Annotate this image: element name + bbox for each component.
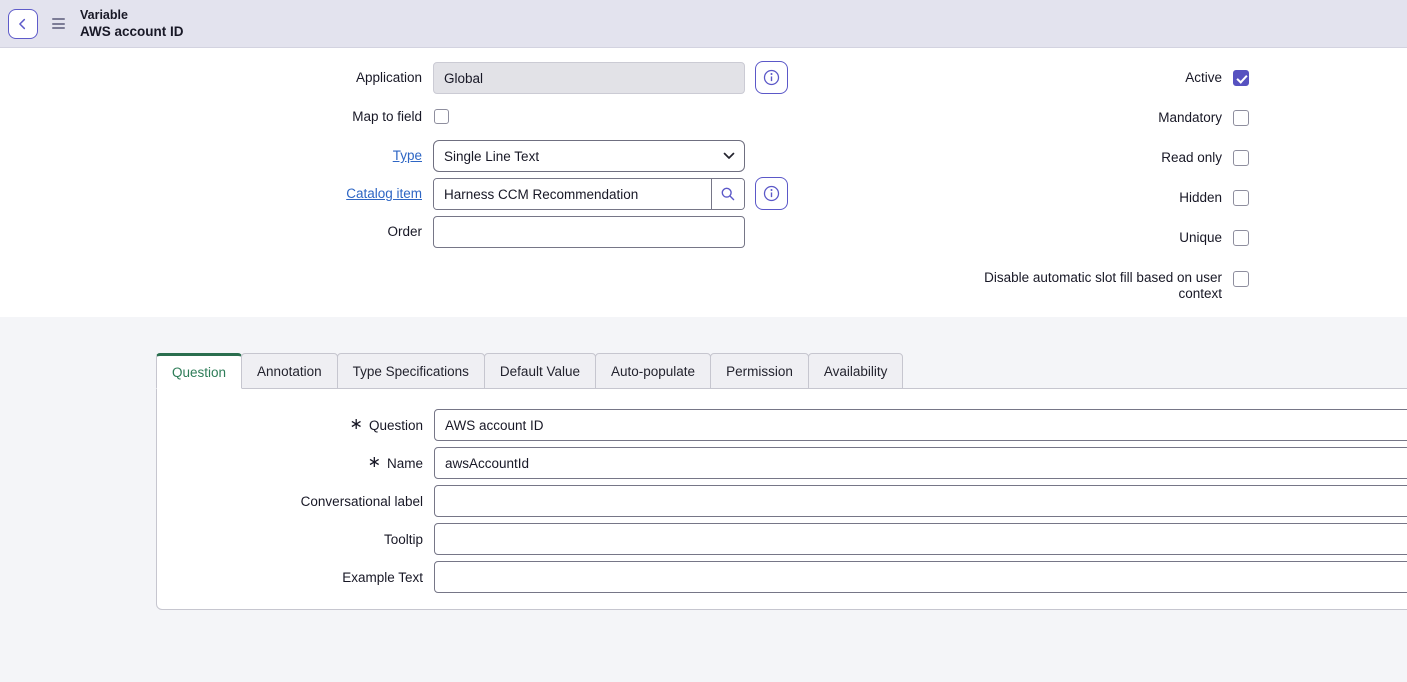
tab-annotation[interactable]: Annotation <box>241 353 338 389</box>
back-button[interactable] <box>8 9 38 39</box>
hidden-checkbox[interactable] <box>1233 190 1249 206</box>
active-checkbox[interactable] <box>1233 70 1249 86</box>
order-label: Order <box>0 216 422 248</box>
info-icon <box>763 185 780 202</box>
record-name-label: AWS account ID <box>80 25 184 39</box>
name-label-group: ∗ Name <box>157 455 423 471</box>
tooltip-row: Tooltip <box>157 523 1407 555</box>
type-select-wrap: Single Line Text <box>433 140 745 172</box>
variable-form-screen: Variable AWS account ID Application Map … <box>0 0 1407 682</box>
mandatory-checkbox[interactable] <box>1233 110 1249 126</box>
catalog-item-info-button[interactable] <box>755 177 788 210</box>
example-text-row: Example Text <box>157 561 1407 593</box>
name-label: Name <box>387 456 423 471</box>
tab-default-value[interactable]: Default Value <box>484 353 596 389</box>
conversational-label-field[interactable] <box>434 485 1407 517</box>
required-icon: ∗ <box>368 455 381 471</box>
conversational-label-group: Conversational label <box>157 494 423 509</box>
read-only-checkbox[interactable] <box>1233 150 1249 166</box>
tooltip-label: Tooltip <box>384 532 423 547</box>
type-link-label[interactable]: Type <box>0 140 422 172</box>
question-row: ∗ Question <box>157 409 1407 441</box>
tooltip-field[interactable] <box>434 523 1407 555</box>
example-text-field[interactable] <box>434 561 1407 593</box>
tab-availability[interactable]: Availability <box>808 353 904 389</box>
name-field[interactable] <box>434 447 1407 479</box>
disable-slot-fill-checkbox[interactable] <box>1233 271 1249 287</box>
required-icon: ∗ <box>350 417 363 433</box>
catalog-item-field[interactable] <box>434 179 711 209</box>
question-tab-panel: ∗ Question ∗ Name Conversational label <box>156 388 1407 610</box>
chevron-left-icon <box>15 16 31 32</box>
catalog-item-lookup <box>433 178 745 210</box>
example-text-label-group: Example Text <box>157 570 423 585</box>
read-only-label: Read only <box>850 150 1222 166</box>
header-bar: Variable AWS account ID <box>0 0 1407 48</box>
map-to-field-checkbox[interactable] <box>434 109 449 124</box>
application-info-button[interactable] <box>755 61 788 94</box>
record-type-label: Variable <box>80 9 184 22</box>
search-icon <box>720 186 736 202</box>
tab-type-specifications[interactable]: Type Specifications <box>337 353 485 389</box>
conversational-label: Conversational label <box>301 494 423 509</box>
unique-checkbox[interactable] <box>1233 230 1249 246</box>
hidden-label: Hidden <box>850 190 1222 206</box>
info-icon <box>763 69 780 86</box>
tab-question[interactable]: Question <box>156 353 242 389</box>
tab-strip: Question Annotation Type Specifications … <box>156 353 1407 389</box>
type-select[interactable]: Single Line Text <box>433 140 745 172</box>
unique-label: Unique <box>850 230 1222 246</box>
application-field <box>433 62 745 94</box>
disable-slot-fill-label: Disable automatic slot fill based on use… <box>962 270 1222 302</box>
question-label: Question <box>369 418 423 433</box>
tab-card: Question Annotation Type Specifications … <box>156 353 1407 610</box>
tab-permission[interactable]: Permission <box>710 353 809 389</box>
question-field[interactable] <box>434 409 1407 441</box>
context-menu-icon[interactable] <box>52 18 65 29</box>
tab-auto-populate[interactable]: Auto-populate <box>595 353 711 389</box>
application-label: Application <box>0 62 422 94</box>
conversational-label-row: Conversational label <box>157 485 1407 517</box>
tooltip-label-group: Tooltip <box>157 532 423 547</box>
name-row: ∗ Name <box>157 447 1407 479</box>
order-field[interactable] <box>433 216 745 248</box>
catalog-item-link-label[interactable]: Catalog item <box>0 178 422 210</box>
page-title: Variable AWS account ID <box>80 9 184 38</box>
mandatory-label: Mandatory <box>850 110 1222 126</box>
catalog-item-search-button[interactable] <box>711 179 744 209</box>
map-to-field-label: Map to field <box>0 109 422 125</box>
question-label-group: ∗ Question <box>157 417 423 433</box>
active-label: Active <box>850 70 1222 86</box>
example-text-label: Example Text <box>342 570 423 585</box>
